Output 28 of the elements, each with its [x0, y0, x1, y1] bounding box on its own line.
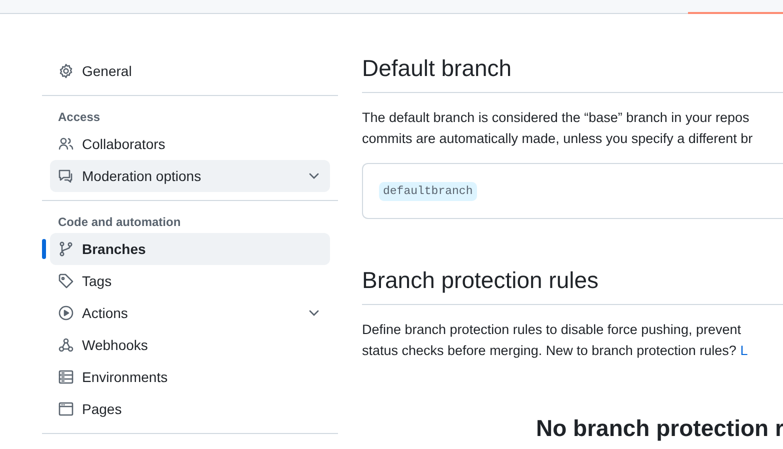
section-heading: Access	[57, 109, 102, 126]
selection-indicator	[42, 239, 46, 259]
sidebar-item[interactable]: General	[50, 55, 330, 87]
learn-link[interactable]: L	[740, 343, 748, 358]
section-title: Branch protection rules	[362, 267, 783, 305]
sidebar-item[interactable]: Webhooks	[50, 329, 330, 361]
webhook-icon	[58, 337, 74, 353]
sidebar-item[interactable]: Environments	[50, 361, 330, 393]
server-icon	[58, 369, 74, 385]
description-text: status checks before merging. New to branch protection rules? L	[362, 342, 748, 360]
sidebar-item[interactable]: Tags	[50, 265, 330, 297]
gear-icon	[58, 63, 74, 79]
play-icon	[58, 305, 74, 321]
tag-icon	[58, 273, 74, 289]
sidebar-item[interactable]: Actions	[50, 297, 330, 329]
people-icon	[58, 136, 74, 152]
description-text: The default branch is considered the “base” branch in your repos	[362, 109, 750, 127]
sidebar-item[interactable]: Moderation options	[50, 160, 330, 192]
section-title: Default branch	[362, 55, 783, 93]
branch-name: defaultbranch	[379, 182, 477, 200]
branch-icon	[58, 241, 74, 257]
browser-icon	[58, 401, 74, 417]
sidebar-item[interactable]: Collaborators	[50, 128, 330, 160]
comment-icon	[58, 168, 74, 184]
section-heading: Code and automation	[57, 214, 182, 231]
sidebar-item[interactable]: Pages	[50, 393, 330, 425]
description-text: commits are automatically made, unless you specify a different br	[362, 130, 753, 148]
description-text: Define branch protection rules to disable force pushing, prevent	[362, 321, 741, 339]
